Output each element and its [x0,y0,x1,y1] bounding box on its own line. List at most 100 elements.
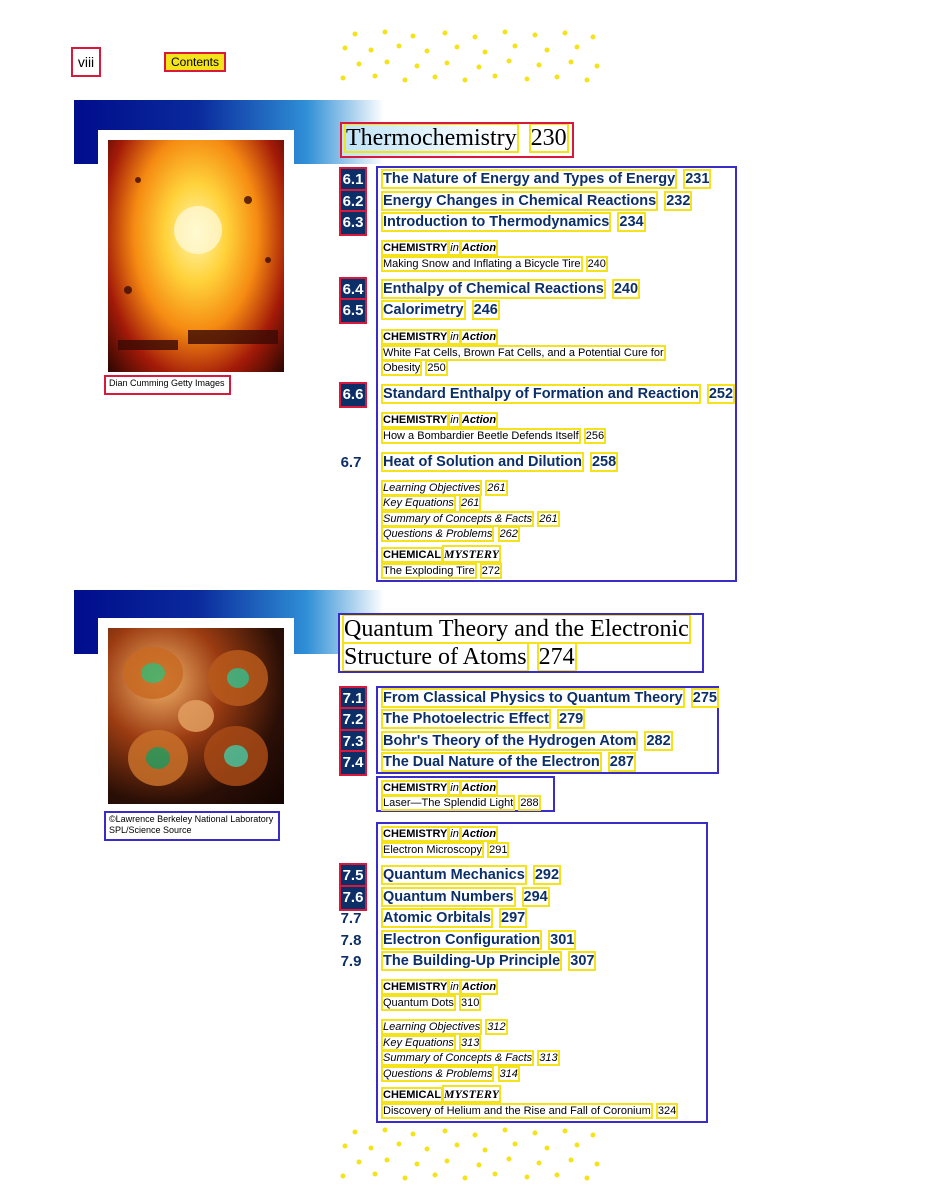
feature-entry[interactable]: Laser—The Splendid Light 288 [380,795,541,811]
feature-label-bold: CHEMISTRY [380,329,450,345]
end-matter-text: Key Equations [381,1035,456,1051]
end-matter-item[interactable]: Summary of Concepts & Facts 313 [380,1050,560,1066]
feature-page: 250 [425,360,448,376]
toc-entry[interactable]: Calorimetry 246 [381,300,500,320]
toc-entry[interactable]: Energy Changes in Chemical Reactions 232 [380,191,693,211]
mystery-text: Discovery of Helium and the Rise and Fal… [381,1103,653,1119]
feature-label-bold: CHEMISTRY [380,979,450,995]
feature-label-in: in [448,979,461,995]
toc-entry[interactable]: From Classical Physics to Quantum Theory… [381,688,720,708]
entry-title: Energy Changes in Chemical Reactions [380,191,659,211]
chapter-page: 230 [528,123,569,153]
feature-label: CHEMISTRY in Action [380,826,499,842]
end-matter-item[interactable]: Learning Objectives 261 [380,480,508,496]
section-number: 6.7 [340,454,362,471]
mystery-text: The Exploding Tire [381,563,477,579]
mystery-label-script: MYSTERY [441,1085,502,1103]
feature-label-in: in [448,329,461,345]
end-matter-item[interactable]: Summary of Concepts & Facts 261 [380,511,560,527]
feature-page: 291 [487,842,510,858]
end-matter-item[interactable]: Key Equations 313 [381,1035,482,1051]
entry-title: Introduction to Thermodynamics [380,212,612,232]
toc-entry[interactable]: Enthalpy of Chemical Reactions 240 [381,279,641,299]
entry-title: Heat of Solution and Dilution [381,452,584,472]
toc-entry[interactable]: Introduction to Thermodynamics 234 [380,212,646,232]
feature-label-bold: CHEMISTRY [380,412,450,428]
entry-page: 258 [589,452,619,472]
entry-page: 297 [498,908,528,928]
entry-page: 307 [568,951,597,971]
mystery-entry[interactable]: Discovery of Helium and the Rise and Fal… [381,1103,679,1119]
end-matter-text: Key Equations [381,495,456,511]
toc-entry[interactable]: The Nature of Energy and Types of Energy… [380,169,712,189]
entry-title: From Classical Physics to Quantum Theory [381,688,685,708]
feature-entry[interactable]: Electron Microscopy 291 [380,842,510,858]
toc-entry[interactable]: Electron Configuration 301 [380,930,577,950]
toc-entry[interactable]: Heat of Solution and Dilution 258 [381,452,619,472]
section-number: 7.9 [340,953,362,970]
entry-page: 301 [548,930,577,950]
entry-title: The Building-Up Principle [380,951,563,971]
toc-entry[interactable]: Standard Enthalpy of Formation and React… [381,384,736,404]
chapter-photo-quantum-dots [108,628,284,804]
entry-page: 246 [471,300,500,320]
feature-page: 240 [585,256,608,272]
mystery-label-bold: CHEMICAL [381,547,443,563]
toc-entry[interactable]: The Dual Nature of the Electron 287 [381,752,636,772]
toc-entry[interactable]: Atomic Orbitals 297 [381,908,528,928]
section-number: 6.5 [339,298,367,324]
feature-label-bold: CHEMISTRY [380,826,450,842]
toc-entry[interactable]: The Building-Up Principle 307 [380,951,597,971]
end-matter-text: Learning Objectives [380,480,483,496]
photo-credit: ©Lawrence Berkeley National Laboratory S… [104,811,280,841]
end-matter-item[interactable]: Key Equations 261 [381,495,482,511]
chapter-title-text: Structure of Atoms [342,642,529,672]
photo-credit-line: SPL/Science Source [109,825,192,835]
feature-entry[interactable]: Quantum Dots 310 [381,995,482,1011]
toc-entry[interactable]: The Photoelectric Effect 279 [381,709,586,729]
entry-title: Atomic Orbitals [381,908,493,928]
feature-text: White Fat Cells, Brown Fat Cells, and a … [381,345,666,361]
chapter-title: Thermochemistry 230 [340,122,574,158]
running-header: Contents [164,52,226,72]
toc-entry[interactable]: Bohr's Theory of the Hydrogen Atom 282 [380,731,673,751]
feature-text: How a Bombardier Beetle Defends Itself [381,428,581,444]
end-matter-text: Questions & Problems [380,526,495,542]
entry-title: The Dual Nature of the Electron [381,752,602,772]
section-number: 7.8 [340,932,362,949]
feature-entry[interactable]: White Fat Cells, Brown Fat Cells, and a … [381,345,666,361]
toc-entry[interactable]: Quantum Mechanics 292 [381,865,562,885]
entry-title: The Photoelectric Effect [381,709,551,729]
decorative-dots-top [340,29,600,83]
decorative-dots-bottom [340,1127,600,1181]
feature-label-action: Action [459,240,499,256]
end-matter-text: Questions & Problems [380,1066,495,1082]
section-number: 7.2 [339,707,367,733]
mystery-label: CHEMICAL MYSTERY [381,545,502,563]
entry-page: 252 [706,384,736,404]
section-number: 7.1 [339,686,367,712]
section-number: 7.6 [339,885,367,911]
feature-page: 288 [518,795,541,811]
feature-label-in: in [448,826,461,842]
entry-title: Calorimetry [381,300,466,320]
end-matter-text: Learning Objectives [380,1019,483,1035]
entry-page: 282 [644,731,673,751]
end-matter-page: 261 [485,480,508,496]
feature-entry[interactable]: Making Snow and Inflating a Bicycle Tire… [381,256,608,272]
photo-credit: Dian Cumming Getty Images [104,375,231,395]
end-matter-page: 261 [537,511,560,527]
toc-entry[interactable]: Quantum Numbers 294 [381,887,550,907]
end-matter-item[interactable]: Questions & Problems 262 [380,526,520,542]
mystery-label-script: MYSTERY [441,545,502,563]
entry-page: 275 [690,688,720,708]
feature-text: Quantum Dots [381,995,456,1011]
entry-page: 234 [617,212,646,232]
feature-label: CHEMISTRY in Action [380,412,499,428]
end-matter-item[interactable]: Questions & Problems 314 [380,1066,520,1082]
feature-text: Laser—The Splendid Light [380,795,516,811]
end-matter-item[interactable]: Learning Objectives 312 [380,1019,508,1035]
mystery-entry[interactable]: The Exploding Tire 272 [381,563,503,579]
feature-entry[interactable]: How a Bombardier Beetle Defends Itself 2… [381,428,607,444]
feature-entry-cont: Obesity 250 [380,360,448,376]
